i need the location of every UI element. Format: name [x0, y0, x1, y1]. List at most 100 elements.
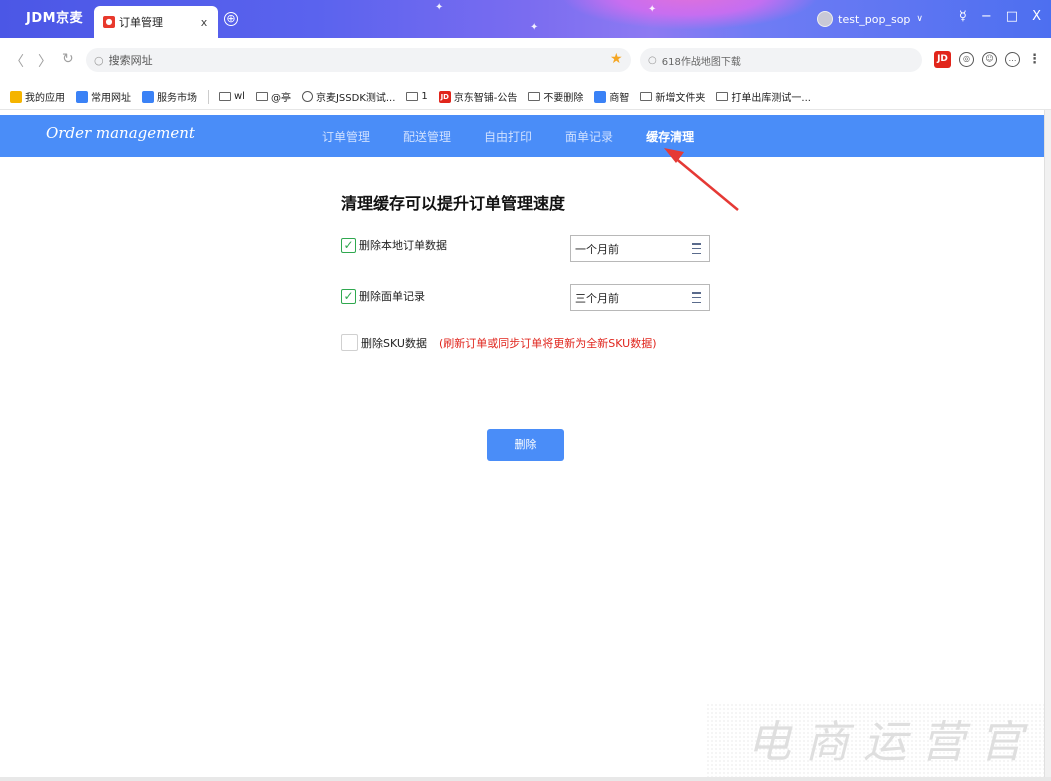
sparkle-icon: ✦: [530, 22, 539, 33]
sparkle-icon: ✦: [648, 4, 657, 15]
title-bar-decoration: [560, 0, 820, 30]
bookmark-folder-wl[interactable]: wl: [219, 91, 245, 102]
maximize-icon[interactable]: □: [1006, 9, 1018, 24]
blue-square-icon: [76, 90, 88, 103]
select-value: 三个月前: [575, 291, 619, 305]
url-placeholder: 搜索网址: [108, 54, 153, 67]
bookmark-label: 服务市场: [157, 93, 197, 104]
watermark: 电商运营官: [747, 717, 1037, 768]
bookmark-label: 京麦JSSDK测试...: [315, 93, 396, 104]
bookmark-common-sites[interactable]: 常用网址: [76, 89, 131, 104]
chevron-down-icon: ∨: [916, 14, 923, 24]
bookmark-label: 我的应用: [25, 93, 65, 104]
option-delete-local-orders: ✓ 删除本地订单数据: [341, 237, 447, 253]
checkbox-delete-local-orders[interactable]: ✓: [341, 237, 356, 253]
tab-favicon-icon: ●: [103, 16, 115, 28]
menu-icon: [692, 243, 701, 254]
select-local-orders-period[interactable]: 一个月前: [570, 235, 710, 262]
search-text: 618作战地图下载: [661, 56, 741, 68]
app-logo: Order management: [46, 124, 195, 142]
tab-label: 订单管理: [119, 16, 163, 29]
folder-icon: [406, 92, 419, 101]
bookmark-star-icon[interactable]: ★: [610, 51, 623, 67]
tab-free-print[interactable]: 自由打印: [484, 128, 532, 145]
back-icon[interactable]: 〈: [10, 51, 24, 71]
blue-square-icon: [594, 90, 607, 103]
sparkle-icon: ✦: [435, 2, 444, 13]
avatar: [817, 11, 834, 27]
bookmark-label: 打单出库测试一...: [731, 93, 811, 104]
url-input[interactable]: ○ 搜索网址: [86, 48, 631, 72]
bookmark-print-test[interactable]: 打单出库测试一...: [716, 89, 811, 104]
app-header: Order management 订单管理 配送管理 自由打印 面单记录 缓存清…: [0, 115, 1044, 157]
search-icon: ○: [94, 53, 104, 67]
app-icon: [10, 90, 22, 103]
folder-icon: [716, 92, 729, 101]
window-close-icon[interactable]: X: [1032, 9, 1041, 24]
folder-icon: [528, 92, 541, 101]
bookmark-service-market[interactable]: 服务市场: [142, 89, 197, 104]
user-name: test_pop_sop: [838, 12, 911, 26]
delete-button[interactable]: 删除: [487, 429, 564, 461]
minimize-icon[interactable]: −: [981, 9, 992, 24]
bookmark-new-folder[interactable]: 新增文件夹: [640, 89, 705, 104]
window-controls: ☿ − □ X: [959, 9, 1041, 24]
close-icon[interactable]: x: [196, 16, 212, 29]
bookmark-jd-notice[interactable]: JD 京东智铺-公告: [438, 89, 518, 104]
bookmark-label: @亭: [270, 93, 291, 104]
bookmark-label: 常用网址: [91, 93, 131, 104]
globe-icon: [301, 91, 313, 102]
search-icon: ○: [648, 54, 657, 66]
bookmark-label: 新增文件夹: [655, 93, 706, 104]
jd-extension-icon[interactable]: JD: [934, 51, 951, 68]
bookmark-bar: 我的应用 常用网址 服务市场 wl @亭 京麦JSSDK测试... 1 JD 京东…: [0, 84, 1051, 110]
new-tab-icon[interactable]: ⊕: [224, 12, 238, 26]
address-bar: 〈 〉 ↻ ○ 搜索网址 ★ ○ 618作战地图下载 JD ◎ ☺ … ⋮: [0, 38, 1051, 84]
checkbox-delete-sku-data[interactable]: [341, 334, 358, 351]
bookmark-my-apps[interactable]: 我的应用: [10, 89, 65, 104]
app-name: JDM京麦: [26, 11, 84, 26]
bookmark-folder-1[interactable]: 1: [406, 91, 428, 102]
jd-icon: JD: [438, 90, 451, 103]
bookmark-label: 1: [421, 91, 428, 102]
option-label: 删除SKU数据: [361, 336, 427, 350]
bookmark-label: 京东智铺-公告: [453, 93, 518, 104]
extension-icon[interactable]: ◎: [959, 52, 974, 67]
bookmark-jssdk[interactable]: 京麦JSSDK测试...: [301, 89, 396, 104]
tab-cache-clear[interactable]: 缓存清理: [646, 128, 694, 145]
refresh-icon[interactable]: ↻: [62, 51, 74, 67]
bookmark-folder-ting[interactable]: @亭: [255, 89, 291, 104]
select-waybill-period[interactable]: 三个月前: [570, 284, 710, 311]
bookmark-folder-keep[interactable]: 不要删除: [528, 89, 583, 104]
bookmark-label: 不要删除: [543, 93, 584, 104]
tab-waybill-records[interactable]: 面单记录: [565, 128, 613, 145]
tab-order-management[interactable]: ● 订单管理 x: [94, 6, 218, 38]
checkbox-delete-waybill-records[interactable]: ✓: [341, 288, 356, 304]
scrollbar[interactable]: [1044, 110, 1051, 781]
menu-icon: [692, 292, 701, 303]
chat-icon[interactable]: …: [1005, 52, 1020, 67]
option-label: 删除面单记录: [359, 290, 425, 303]
forward-icon[interactable]: 〉: [38, 51, 52, 71]
main-nav: 订单管理 配送管理 自由打印 面单记录 缓存清理: [322, 115, 727, 157]
user-menu[interactable]: test_pop_sop ∨: [817, 11, 923, 27]
tab-delivery-management[interactable]: 配送管理: [403, 128, 451, 145]
skin-icon[interactable]: ☿: [959, 9, 967, 24]
smile-icon[interactable]: ☺: [982, 52, 997, 67]
blue-square-icon: [142, 90, 154, 103]
option-label: 删除本地订单数据: [359, 239, 447, 252]
folder-icon: [219, 92, 231, 101]
bookmark-shangzhi[interactable]: 商智: [594, 89, 629, 104]
folder-icon: [255, 92, 268, 101]
more-menu-icon[interactable]: ⋮: [1028, 52, 1041, 67]
bookmark-label: wl: [234, 91, 245, 102]
option-delete-waybill-records: ✓ 删除面单记录: [341, 288, 425, 304]
tab-order-management[interactable]: 订单管理: [322, 128, 370, 145]
extension-icons: JD ◎ ☺ … ⋮: [934, 51, 1041, 68]
divider: [208, 89, 209, 104]
sku-hint: (刷新订单或同步订单将更新为全新SKU数据): [438, 336, 657, 350]
page-title: 清理缓存可以提升订单管理速度: [341, 194, 566, 213]
search-input[interactable]: ○ 618作战地图下载: [640, 48, 922, 72]
folder-icon: [640, 92, 653, 101]
bookmark-label: 商智: [609, 93, 630, 104]
